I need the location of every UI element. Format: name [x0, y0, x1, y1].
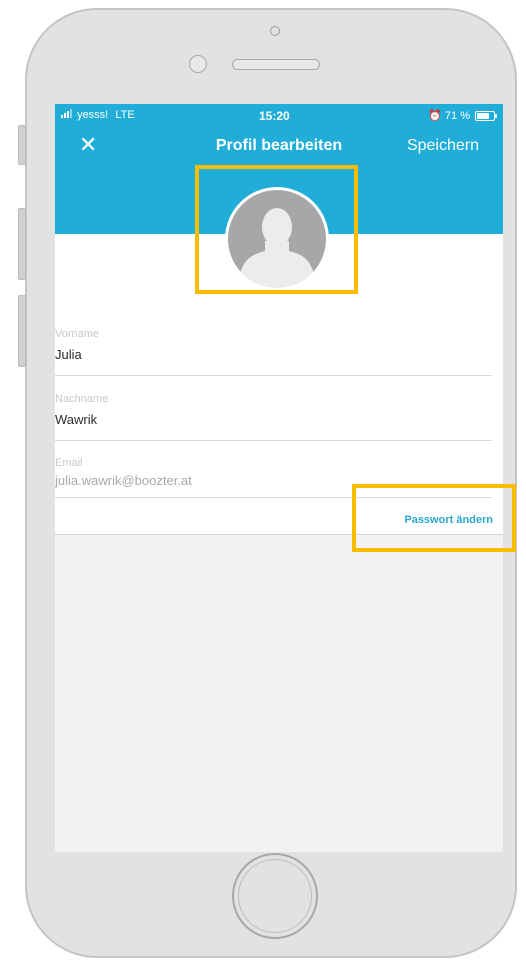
password-highlight-box [352, 484, 516, 552]
proximity-sensor [189, 55, 207, 73]
status-time: 15:20 [259, 109, 290, 123]
first-name-field[interactable]: Vorname Julia [55, 328, 492, 376]
mute-switch [18, 125, 26, 165]
home-button-ring [238, 859, 312, 933]
last-name-label: Nachname [55, 393, 109, 405]
last-name-field[interactable]: Nachname Wawrik [55, 393, 492, 441]
battery-icon [475, 110, 497, 121]
status-carrier: yesss! LTE [61, 109, 135, 121]
front-camera [270, 26, 280, 36]
last-name-value[interactable]: Wawrik [55, 412, 97, 427]
signal-bars-icon [61, 109, 72, 118]
avatar-highlight-box [195, 165, 358, 294]
save-button[interactable]: Speichern [407, 137, 479, 155]
earpiece-speaker [232, 59, 320, 70]
battery-percent: 71 % [444, 109, 470, 122]
volume-down-button [18, 295, 26, 367]
first-name-value[interactable]: Julia [55, 347, 82, 362]
alarm-icon: ⏰ [428, 110, 442, 122]
email-label: Email [55, 457, 83, 469]
volume-up-button [18, 208, 26, 280]
status-battery: ⏰ 71 % [428, 109, 497, 122]
email-value: julia.wawrik@boozter.at [55, 473, 192, 488]
first-name-label: Vorname [55, 328, 100, 340]
carrier-name: yesss! [77, 109, 109, 121]
network-type: LTE [115, 109, 135, 121]
